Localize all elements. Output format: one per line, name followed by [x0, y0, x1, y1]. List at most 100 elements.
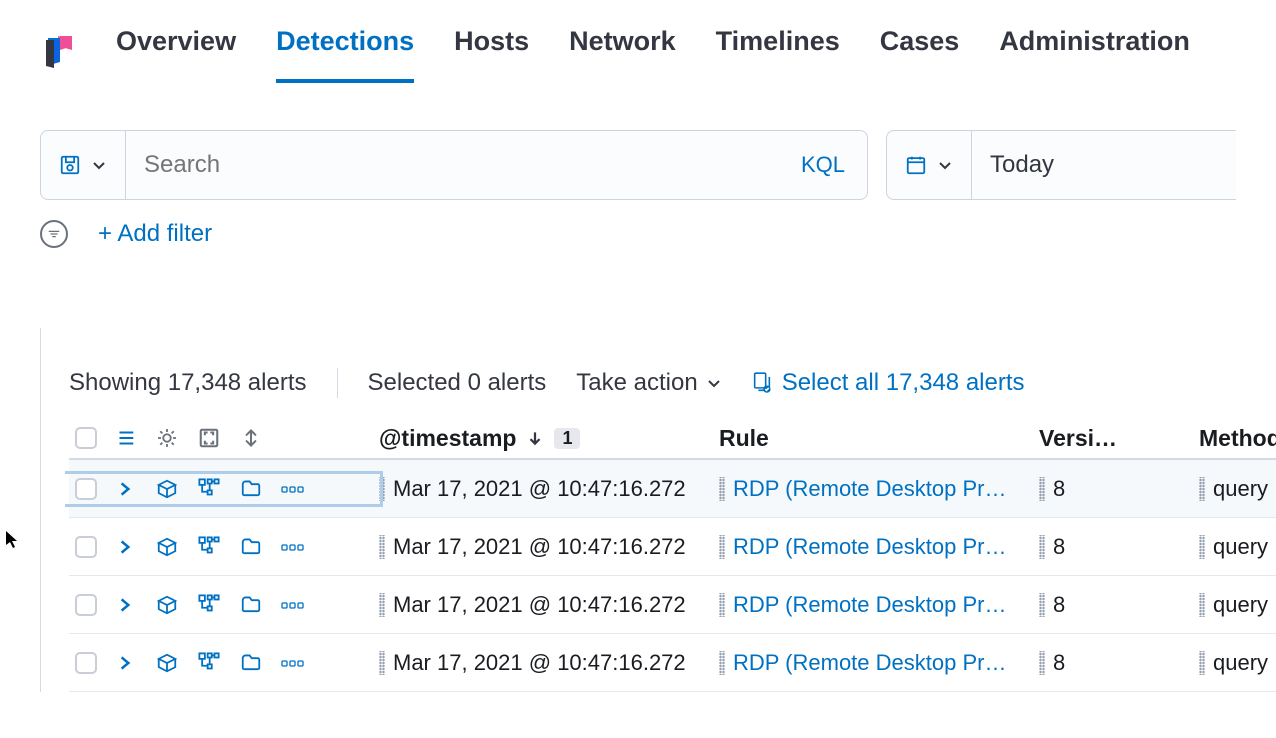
cell-timestamp: Mar 17, 2021 @ 10:47:16.272 — [379, 476, 719, 502]
select-all-button[interactable]: Select all 17,348 alerts — [752, 369, 1025, 397]
view-details-button[interactable] — [153, 591, 181, 619]
event-rendered-view-button[interactable] — [111, 424, 139, 452]
fullscreen-button[interactable] — [195, 424, 223, 452]
add-filter-button[interactable]: + Add filter — [98, 220, 212, 248]
more-actions-button[interactable] — [279, 475, 307, 503]
col-method[interactable]: Method — [1199, 425, 1276, 452]
cell-timestamp: Mar 17, 2021 @ 10:47:16.272 — [379, 534, 719, 560]
drag-handle-icon[interactable] — [379, 535, 385, 559]
more-icon — [281, 658, 305, 668]
open-session-button[interactable] — [237, 475, 265, 503]
open-session-button[interactable] — [237, 649, 265, 677]
col-version[interactable]: Versi… — [1039, 425, 1199, 452]
cell-timestamp: Mar 17, 2021 @ 10:47:16.272 — [379, 592, 719, 618]
cursor-icon — [5, 530, 19, 550]
drag-handle-icon[interactable] — [719, 535, 725, 559]
drag-handle-icon[interactable] — [379, 651, 385, 675]
chevron-down-icon — [937, 157, 953, 173]
more-icon — [281, 542, 305, 552]
save-icon — [59, 154, 81, 176]
nav-tab-overview[interactable]: Overview — [116, 26, 236, 83]
more-icon — [281, 600, 305, 610]
analyze-event-button[interactable] — [195, 533, 223, 561]
timestamp-value: Mar 17, 2021 @ 10:47:16.272 — [393, 534, 686, 560]
open-session-button-svg — [240, 536, 262, 558]
analyze-event-button[interactable] — [195, 649, 223, 677]
nav-tab-timelines[interactable]: Timelines — [716, 26, 840, 83]
filter-row: KQL Today — [0, 90, 1276, 200]
open-session-button[interactable] — [237, 591, 265, 619]
rule-link[interactable]: RDP (Remote Desktop Pro… — [733, 650, 1008, 676]
drag-handle-icon[interactable] — [1039, 535, 1045, 559]
rule-link[interactable]: RDP (Remote Desktop Pro… — [733, 534, 1008, 560]
nav-tab-administration[interactable]: Administration — [999, 26, 1190, 83]
row-checkbox[interactable] — [75, 652, 97, 674]
rule-link[interactable]: RDP (Remote Desktop Pro… — [733, 476, 1008, 502]
arrow-down-icon — [526, 429, 544, 447]
field-browser-button[interactable] — [153, 424, 181, 452]
view-details-button-svg — [156, 594, 178, 616]
drag-handle-icon[interactable] — [379, 477, 385, 501]
open-session-button-svg — [240, 478, 262, 500]
drag-handle-icon[interactable] — [1039, 593, 1045, 617]
expand-row-button[interactable] — [111, 475, 139, 503]
drag-handle-icon[interactable] — [719, 593, 725, 617]
nav-tab-hosts[interactable]: Hosts — [454, 26, 529, 83]
nav-tab-cases[interactable]: Cases — [880, 26, 960, 83]
expand-row-button[interactable] — [111, 533, 139, 561]
showing-count: Showing 17,348 alerts — [69, 369, 307, 397]
saved-query-button[interactable] — [41, 131, 126, 199]
rule-link[interactable]: RDP (Remote Desktop Pro… — [733, 592, 1008, 618]
more-actions-button[interactable] — [279, 591, 307, 619]
col-rule[interactable]: Rule — [719, 425, 1039, 452]
view-details-button[interactable] — [153, 533, 181, 561]
drag-handle-icon[interactable] — [1199, 593, 1205, 617]
shield-logo — [40, 36, 76, 72]
row-checkbox[interactable] — [75, 594, 97, 616]
view-details-button[interactable] — [153, 649, 181, 677]
drag-handle-icon[interactable] — [719, 477, 725, 501]
cell-method: query — [1199, 592, 1276, 618]
nav-tab-network[interactable]: Network — [569, 26, 676, 83]
date-quick-button[interactable] — [887, 131, 972, 199]
row-checkbox[interactable] — [75, 536, 97, 558]
search-input[interactable] — [126, 151, 779, 179]
col-timestamp[interactable]: @timestamp 1 — [379, 425, 719, 452]
cell-version: 8 — [1039, 476, 1199, 502]
analyze-event-button[interactable] — [195, 475, 223, 503]
cell-version: 8 — [1039, 534, 1199, 560]
cell-rule: RDP (Remote Desktop Pro… — [719, 476, 1039, 502]
view-details-button[interactable] — [153, 475, 181, 503]
date-picker[interactable]: Today — [886, 130, 1236, 200]
take-action-button[interactable]: Take action — [576, 369, 721, 397]
drag-handle-icon[interactable] — [719, 651, 725, 675]
analyze-event-button[interactable] — [195, 591, 223, 619]
analyze-event-button-svg — [198, 594, 220, 616]
analyze-event-button-svg — [198, 652, 220, 674]
drag-handle-icon[interactable] — [379, 593, 385, 617]
sort-fields-button[interactable] — [237, 424, 265, 452]
method-value: query — [1213, 592, 1268, 618]
more-actions-button[interactable] — [279, 649, 307, 677]
more-actions-button[interactable] — [279, 533, 307, 561]
filter-options-button[interactable] — [40, 220, 68, 248]
open-session-button[interactable] — [237, 533, 265, 561]
expand-row-button[interactable] — [111, 591, 139, 619]
drag-handle-icon[interactable] — [1039, 477, 1045, 501]
view-details-button-svg — [156, 652, 178, 674]
cell-method: query — [1199, 534, 1276, 560]
filter-icon — [47, 227, 61, 241]
drag-handle-icon[interactable] — [1039, 651, 1045, 675]
drag-handle-icon[interactable] — [1199, 535, 1205, 559]
chevron-down-icon — [706, 375, 722, 391]
row-checkbox[interactable] — [75, 478, 97, 500]
drag-handle-icon[interactable] — [1199, 651, 1205, 675]
table-row: Mar 17, 2021 @ 10:47:16.272 RDP (Remote … — [69, 460, 1276, 518]
nav-tab-detections[interactable]: Detections — [276, 26, 414, 83]
select-all-checkbox[interactable] — [75, 427, 97, 449]
method-value: query — [1213, 534, 1268, 560]
expand-row-button[interactable] — [111, 649, 139, 677]
query-language-button[interactable]: KQL — [779, 152, 867, 178]
drag-handle-icon[interactable] — [1199, 477, 1205, 501]
version-value: 8 — [1053, 476, 1065, 502]
